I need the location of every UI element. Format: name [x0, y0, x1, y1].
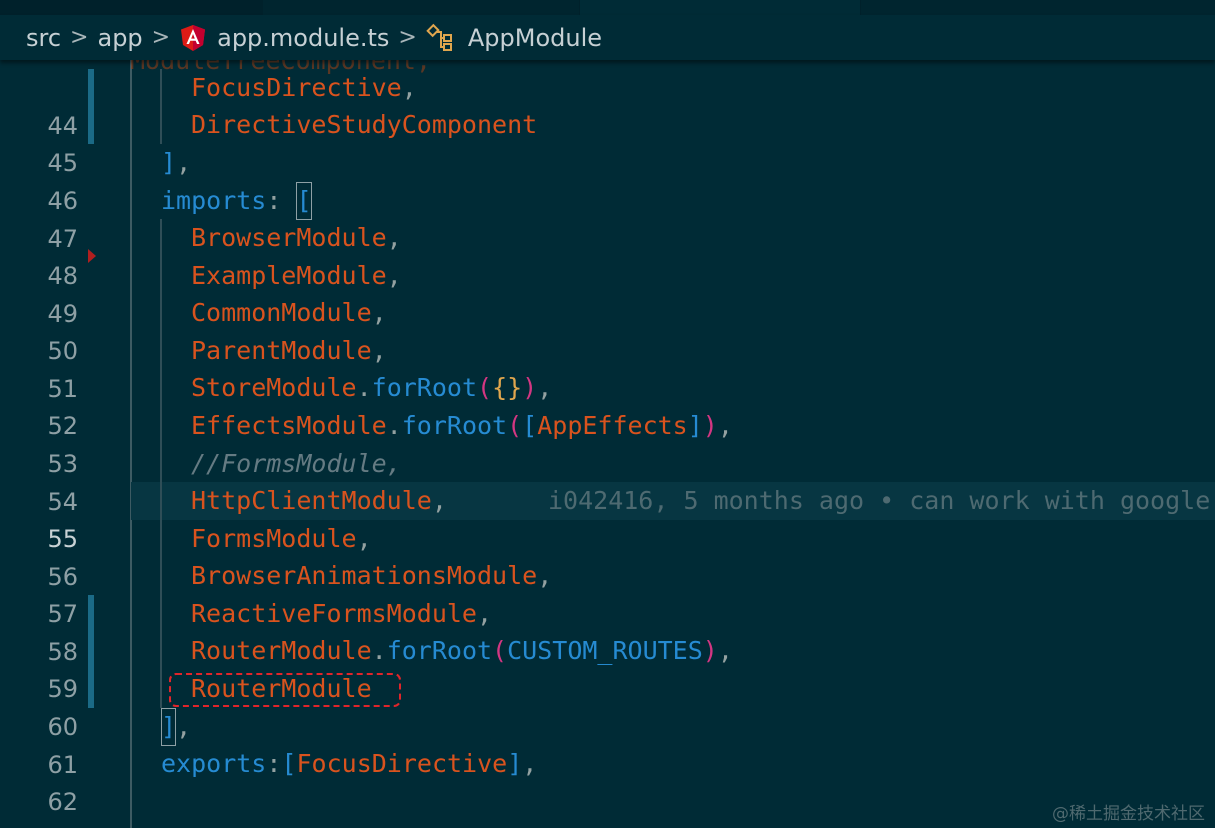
code-line[interactable]: 44 FocusDirective, [0, 69, 1215, 140]
indent-guide [160, 407, 162, 445]
code-line[interactable]: 53 EffectsModule.forRoot([AppEffects]), [0, 407, 1215, 478]
constant: CUSTOM_ROUTES [507, 636, 703, 665]
identifier: ReactiveFormsModule [191, 599, 477, 628]
identifier: BrowserModule [191, 223, 387, 252]
indent-guide [160, 294, 162, 332]
indent-guide [160, 557, 162, 595]
tab-strip [0, 0, 1215, 15]
breadcrumb-separator: > [398, 25, 417, 50]
code-line[interactable]: 50 CommonModule, [0, 294, 1215, 365]
identifier: CommonModule [191, 298, 372, 327]
code-line[interactable]: 60 RouterModule [0, 670, 1215, 741]
bracket-match-close: ] [161, 708, 177, 746]
code-line[interactable]: 59 RouterModule.forRoot(CUSTOM_ROUTES), [0, 632, 1215, 703]
identifier: HttpClientModule [191, 486, 432, 515]
code-line[interactable]: 45 DirectiveStudyComponent [0, 106, 1215, 177]
diff-modified-marker[interactable] [88, 69, 94, 107]
bracket-match-open: [ [296, 182, 312, 220]
line-number-row: 55 [0, 482, 131, 553]
code-line[interactable]: 46 ], [0, 144, 1215, 215]
indent-guide [160, 595, 162, 633]
identifier: ParentModule [191, 336, 372, 365]
indent-guide [160, 106, 162, 144]
class-icon [426, 23, 456, 53]
indent-guide [160, 445, 162, 483]
editor-window: src > app > app.module.ts > AppModule Mo… [0, 0, 1215, 828]
breadcrumb-item-file[interactable]: app.module.ts [217, 24, 389, 52]
breadcrumb-separator: > [151, 25, 171, 50]
diff-added-marker[interactable] [88, 632, 94, 670]
code-line[interactable]: 61 ], [0, 708, 1215, 779]
method-name: forRoot [401, 411, 508, 440]
code-editor[interactable]: ModuleTreeComponent, 44 FocusDirective, … [0, 46, 1215, 828]
method-name: forRoot [386, 636, 493, 665]
code-line[interactable]: 63 [0, 783, 1215, 828]
breadcrumb-item-symbol[interactable]: AppModule [468, 24, 602, 52]
comment: //FormsModule, [191, 449, 402, 478]
code-line[interactable]: 54 //FormsModule, [0, 445, 1215, 516]
annotation-highlight-box [169, 673, 401, 707]
code-line-current[interactable]: HttpClientModule, i042416, 5 months ago … [131, 482, 1215, 520]
property-key: exports [161, 749, 267, 778]
identifier: StoreModule [191, 373, 357, 402]
identifier: FocusDirective [296, 749, 508, 778]
code-line[interactable]: 62 exports:[FocusDirective], [0, 745, 1215, 816]
diff-deleted-marker[interactable] [88, 249, 96, 263]
tab[interactable] [861, 0, 1215, 15]
identifier: BrowserAnimationsModule [191, 561, 538, 590]
code-line[interactable]: 58 ReactiveFormsModule, [0, 595, 1215, 666]
breadcrumb-item-src[interactable]: src [26, 24, 61, 52]
indent-guide [160, 332, 162, 370]
indent-guide [160, 670, 162, 708]
code-line[interactable]: 48 BrowserModule, [0, 219, 1215, 290]
watermark: @稀土掘金技术社区 [1052, 804, 1205, 824]
code-line[interactable]: 57 BrowserAnimationsModule, [0, 557, 1215, 628]
git-blame-annotation[interactable]: i042416, 5 months ago • can work with go… [548, 482, 1210, 520]
tab-active[interactable] [580, 0, 860, 15]
tab[interactable] [0, 0, 262, 15]
indent-guide [160, 219, 162, 257]
identifier: RouterModule [191, 636, 372, 665]
indent-guide [160, 257, 162, 295]
code-line[interactable]: 52 StoreModule.forRoot({}), [0, 369, 1215, 440]
indent-guide [160, 369, 162, 407]
property-key: imports [161, 186, 267, 215]
code-line[interactable]: 49 ExampleModule, [0, 249, 1215, 328]
angular-icon [179, 24, 207, 52]
code-line[interactable]: 56 FormsModule, [0, 520, 1215, 591]
breadcrumb: src > app > app.module.ts > AppModule [0, 15, 1215, 60]
breadcrumb-separator: > [70, 25, 89, 50]
breadcrumb-item-app[interactable]: app [97, 24, 142, 52]
code-line[interactable]: 47 imports: [ [0, 182, 1215, 253]
identifier: ExampleModule [191, 261, 387, 290]
diff-modified-marker[interactable] [88, 106, 94, 144]
identifier: FormsModule [191, 524, 357, 553]
method-name: forRoot [371, 373, 477, 402]
indent-guide [160, 632, 162, 670]
identifier: FocusDirective [191, 73, 402, 102]
diff-added-marker[interactable] [88, 595, 94, 633]
identifier: EffectsModule [191, 411, 387, 440]
indent-guide [160, 482, 162, 520]
identifier: AppEffects [537, 411, 688, 440]
tab[interactable] [263, 0, 579, 15]
bracket: ] [161, 148, 177, 177]
indent-guide [160, 520, 162, 558]
code-line[interactable]: 51 ParentModule, [0, 332, 1215, 403]
indent-guide [160, 69, 162, 107]
line-number: 63 [0, 821, 78, 828]
diff-added-marker[interactable] [88, 670, 94, 708]
identifier: DirectiveStudyComponent [191, 110, 538, 139]
